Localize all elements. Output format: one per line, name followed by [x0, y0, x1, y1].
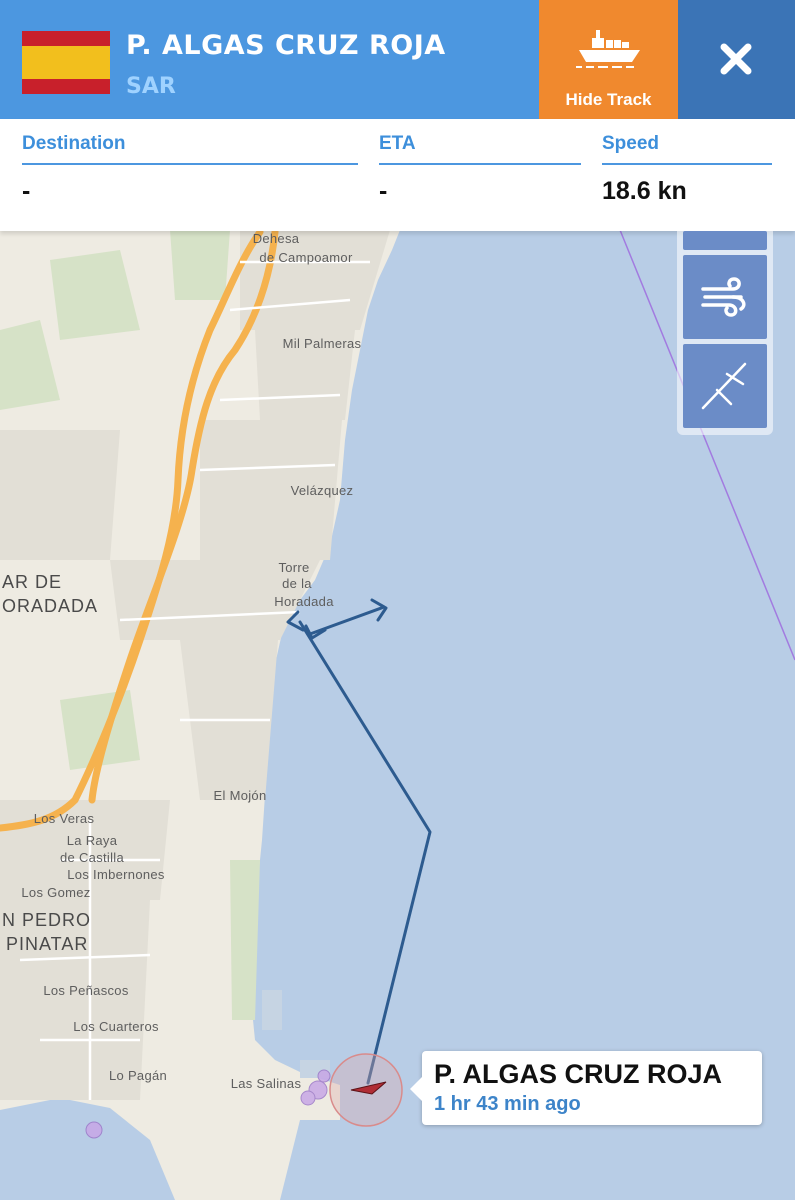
- hide-track-label: Hide Track: [565, 90, 652, 109]
- close-icon: [720, 43, 752, 75]
- vessel-info-strip: Destination - ETA - Speed 18.6 kn: [0, 119, 795, 231]
- compass-ruler-icon: [701, 362, 747, 410]
- destination-value: -: [22, 177, 31, 205]
- close-button[interactable]: [678, 0, 795, 119]
- place-la-raya: La Raya: [67, 833, 118, 848]
- vessel-label-last-seen: 1 hr 43 min ago: [434, 1093, 581, 1115]
- place-oradada: ORADADA: [2, 596, 98, 616]
- place-pinatar: PINATAR: [6, 934, 88, 954]
- vessel-name: P. ALGAS CRUZ ROJA: [126, 30, 446, 61]
- place-torre: Torre: [278, 560, 309, 575]
- place-dehesa: Dehesa: [253, 231, 300, 246]
- place-los-veras: Los Veras: [34, 811, 95, 826]
- place-el-mojon: El Mojón: [214, 788, 267, 803]
- place-los-imbernones: Los Imbernones: [67, 867, 165, 882]
- wind-button[interactable]: [683, 255, 767, 339]
- speed-field: Speed 18.6 kn: [602, 133, 772, 206]
- place-mil-palmeras: Mil Palmeras: [283, 336, 362, 351]
- place-velazquez: Velázquez: [291, 483, 354, 498]
- map-layer-button[interactable]: [683, 231, 767, 250]
- spain-flag-icon: [22, 31, 110, 94]
- place-de-la: de la: [282, 576, 312, 591]
- ship-icon: [576, 30, 640, 68]
- place-los-penascos: Los Peñascos: [43, 983, 128, 998]
- speed-value: 18.6 kn: [602, 177, 687, 205]
- place-los-gomez: Los Gomez: [21, 885, 90, 900]
- place-las-salinas: Las Salinas: [231, 1076, 302, 1091]
- wind-icon: [701, 277, 746, 317]
- vessel-label-name: P. ALGAS CRUZ ROJA: [434, 1059, 723, 1089]
- place-horadada: Horadada: [274, 594, 334, 609]
- destination-label: Destination: [22, 133, 358, 165]
- eta-value: -: [379, 177, 388, 205]
- place-ar-de: AR DE: [2, 572, 62, 592]
- measure-button[interactable]: [683, 344, 767, 428]
- vessel-header: P. ALGAS CRUZ ROJA SAR Hide Track: [0, 0, 795, 119]
- vessel-type: SAR: [126, 74, 176, 99]
- place-lo-pagan: Lo Pagán: [109, 1068, 167, 1083]
- place-campoamor: de Campoamor: [259, 250, 353, 265]
- hide-track-button[interactable]: Hide Track: [539, 0, 678, 119]
- place-los-cuarteros: Los Cuarteros: [73, 1019, 159, 1034]
- place-de-castilla: de Castilla: [60, 850, 124, 865]
- place-n-pedro: N PEDRO: [2, 910, 91, 930]
- destination-field: Destination -: [22, 133, 358, 206]
- eta-field: ETA -: [379, 133, 581, 206]
- eta-label: ETA: [379, 133, 581, 165]
- speed-label: Speed: [602, 133, 772, 165]
- vessel-label-popup[interactable]: P. ALGAS CRUZ ROJA 1 hr 43 min ago: [410, 1051, 762, 1125]
